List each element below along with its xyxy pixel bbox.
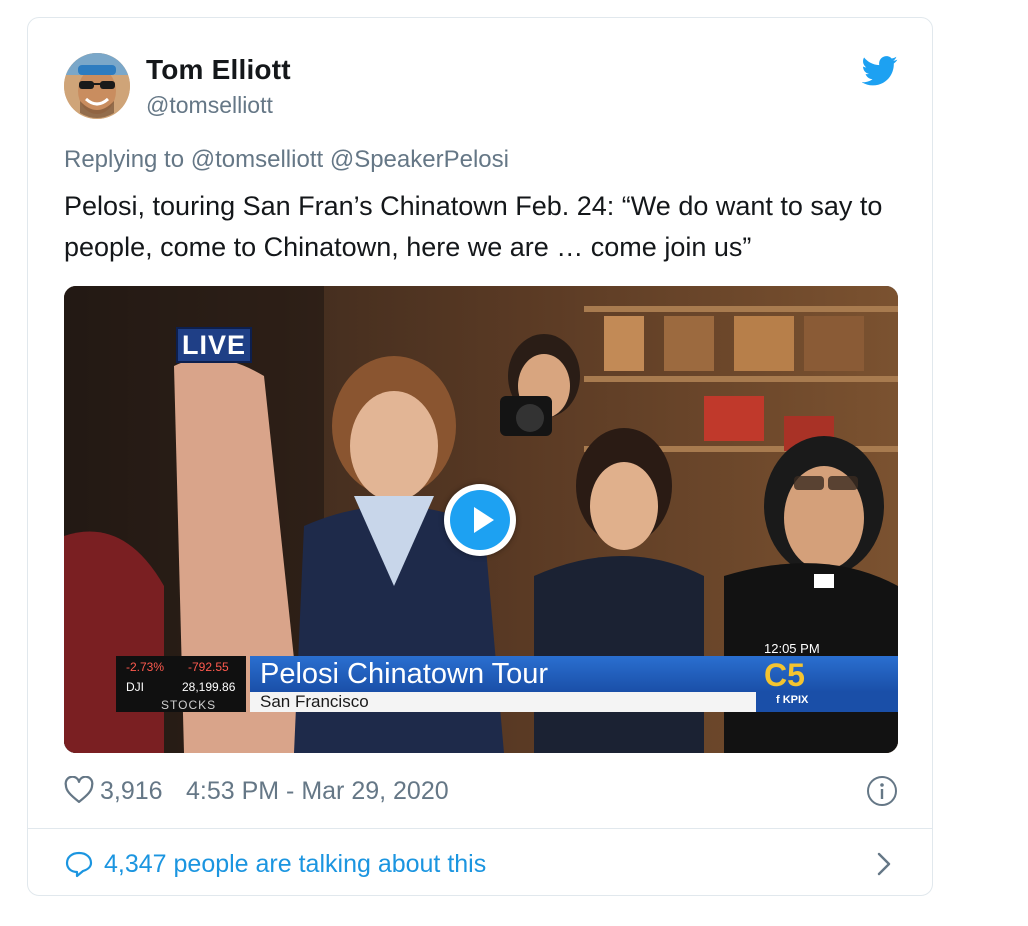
speech-bubble-icon[interactable] [64, 850, 94, 878]
tweet-text: Pelosi, touring San Fran’s Chinatown Feb… [64, 191, 883, 262]
heart-icon[interactable] [64, 775, 94, 804]
twitter-bird-icon[interactable] [861, 56, 898, 86]
stock-value: 28,199.86 [182, 680, 236, 694]
stock-change: -792.55 [188, 660, 229, 674]
chevron-right-icon[interactable] [874, 851, 894, 877]
conversation-link[interactable]: 4,347 people are talking about this [64, 846, 898, 882]
reply-mention-tomselliott[interactable]: @tomselliott [191, 146, 323, 173]
author-name[interactable]: Tom Elliott [146, 54, 291, 86]
reply-context: Replying to @tomselliott @SpeakerPelosi [64, 146, 509, 174]
stock-pct: -2.73% [126, 660, 165, 674]
tweet-timestamp[interactable]: 4:53 PM - Mar 29, 2020 [186, 774, 449, 808]
reply-prefix: Replying to [64, 146, 185, 173]
avatar[interactable] [64, 53, 130, 119]
news-headline: Pelosi Chinatown Tour [260, 658, 549, 690]
author-handle[interactable]: @tomselliott [146, 92, 273, 119]
station-logo: C5 [764, 657, 805, 693]
tweet-meta: 3,916 4:53 PM - Mar 29, 2020 [64, 774, 898, 808]
play-button[interactable] [444, 484, 516, 556]
info-icon[interactable] [866, 775, 898, 807]
divider [28, 828, 932, 829]
video-player[interactable]: LIVE 12:05 PM -2.73% -792.55 DJI 28,199.… [64, 286, 898, 753]
like-count[interactable]: 3,916 [100, 774, 163, 808]
station-tag: f KPIX [776, 694, 809, 706]
stock-ticker: -2.73% -792.55 DJI 28,199.86 STOCKS [116, 656, 246, 712]
play-icon[interactable] [450, 490, 510, 550]
stock-label: STOCKS [161, 698, 217, 712]
news-location: San Francisco [260, 692, 369, 711]
tweet-card[interactable]: Tom Elliott @tomselliott Replying to @to… [27, 17, 933, 896]
talking-count[interactable]: 4,347 people are talking about this [104, 846, 486, 882]
live-badge: LIVE [176, 327, 253, 363]
stock-index: DJI [126, 680, 144, 694]
broadcast-clock: 12:05 PM [764, 641, 820, 656]
reply-mention-speakerpelosi[interactable]: @SpeakerPelosi [330, 146, 509, 173]
